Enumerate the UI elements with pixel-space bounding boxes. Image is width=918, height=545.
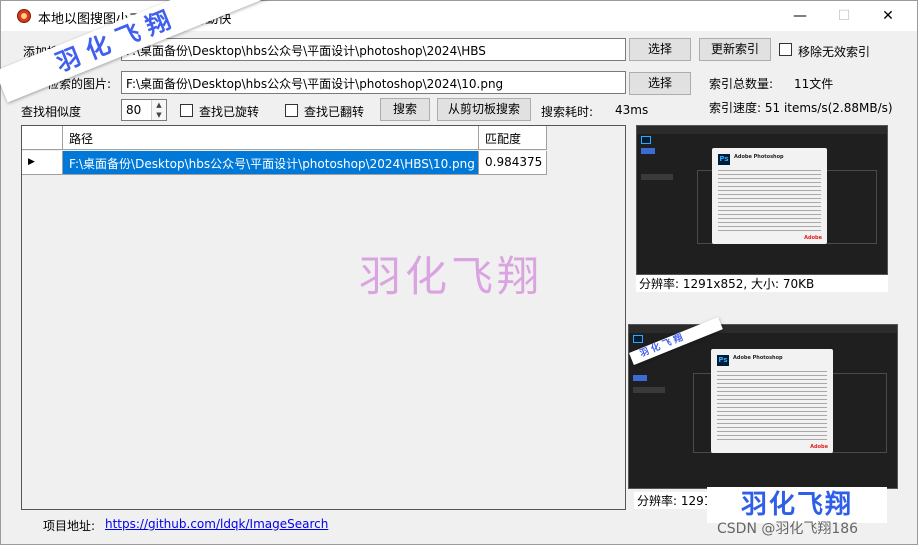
- project-label: 项目地址:: [43, 519, 96, 533]
- similarity-label: 查找相似度: [21, 105, 82, 119]
- ps-about-dialog: Ps Adobe Photoshop Adobe: [711, 349, 833, 453]
- results-grid[interactable]: 路径 匹配度 ▶ F:\桌面备份\Desktop\hbs公众号\平面设计\pho…: [21, 125, 626, 510]
- index-speed-text: 索引速度: 51 items/s(2.88MB/s): [709, 101, 893, 115]
- ps-sidebar-item: [641, 174, 673, 180]
- find-flipped-label: 查找已翻转: [304, 105, 365, 119]
- maximize-button[interactable]: ☐: [821, 1, 867, 31]
- remove-invalid-checkbox[interactable]: [779, 43, 792, 56]
- image-select-button[interactable]: 选择: [629, 72, 691, 95]
- ps-sidebar-item: [633, 387, 665, 393]
- folder-path-input[interactable]: F:\桌面备份\Desktop\hbs公众号\平面设计\photoshop\20…: [121, 38, 626, 61]
- similarity-spinner[interactable]: 80 ▲ ▼: [121, 99, 167, 121]
- adobe-brand: Adobe: [804, 235, 822, 241]
- result-score-cell[interactable]: 0.984375: [479, 151, 547, 175]
- similarity-value: 80: [126, 103, 142, 117]
- center-watermark: 羽化飞翔: [359, 252, 544, 301]
- search-time-value: 43ms: [615, 103, 649, 117]
- spinner-arrows-icon[interactable]: ▲ ▼: [151, 100, 166, 120]
- clipboard-search-button[interactable]: 从剪切板搜索: [437, 98, 531, 121]
- ps-about-dialog: Ps Adobe Photoshop Adobe: [712, 148, 827, 244]
- preview-1-caption: 分辨率: 1291x852, 大小: 70KB: [636, 275, 888, 292]
- find-rotated-label: 查找已旋转: [199, 105, 260, 119]
- preview-image-1[interactable]: Ps Adobe Photoshop Adobe: [636, 125, 888, 275]
- about-title: Adobe Photoshop: [734, 154, 784, 160]
- ps-sidebar-selected: [641, 148, 655, 154]
- ps-menubar: [637, 126, 887, 134]
- result-path-cell[interactable]: F:\桌面备份\Desktop\hbs公众号\平面设计\photoshop\20…: [63, 151, 479, 175]
- grid-header: 路径 匹配度: [22, 126, 547, 151]
- ps-sidebar-selected: [633, 375, 647, 381]
- about-text-lines: [717, 371, 827, 443]
- reindex-button[interactable]: 更新索引: [699, 38, 771, 61]
- about-text-lines: [718, 170, 821, 234]
- row-indicator-icon: ▶: [22, 151, 63, 175]
- minimize-button[interactable]: —: [777, 1, 823, 31]
- column-header-path[interactable]: 路径: [63, 126, 479, 150]
- find-rotated-checkbox[interactable]: [180, 104, 193, 117]
- search-button[interactable]: 搜索: [380, 98, 430, 121]
- project-link[interactable]: https://github.com/ldqk/ImageSearch: [105, 517, 328, 531]
- csdn-watermark: CSDN @羽化飞翔186: [717, 521, 859, 537]
- about-logo-icon: Ps: [717, 355, 729, 366]
- remove-invalid-label: 移除无效索引: [798, 45, 871, 59]
- ps-menubar: [629, 325, 897, 333]
- about-title: Adobe Photoshop: [733, 355, 783, 361]
- close-button[interactable]: ✕: [865, 1, 911, 31]
- about-logo-icon: Ps: [718, 154, 730, 165]
- query-image-input[interactable]: F:\桌面备份\Desktop\hbs公众号\平面设计\photoshop\20…: [121, 71, 626, 94]
- find-flipped-checkbox[interactable]: [285, 104, 298, 117]
- column-header-score[interactable]: 匹配度: [479, 126, 547, 150]
- search-time-label: 搜索耗时:: [541, 105, 594, 119]
- table-row[interactable]: ▶ F:\桌面备份\Desktop\hbs公众号\平面设计\photoshop\…: [22, 151, 547, 175]
- grid-corner: [22, 126, 63, 150]
- app-window: 本地以图搜图小工具 by 懒得勤快 — ☐ ✕ 添加搜索文件夹: F:\桌面备份…: [0, 0, 918, 545]
- index-total-value: 11文件: [794, 77, 834, 91]
- preview-2-caption: 分辨率: 1291x85: [634, 492, 734, 509]
- folder-select-button[interactable]: 选择: [629, 38, 691, 61]
- ps-app-icon: [633, 335, 643, 343]
- index-total-label: 索引总数量:: [709, 77, 774, 91]
- app-logo-icon: [17, 9, 31, 23]
- adobe-brand: Adobe: [810, 444, 828, 450]
- ps-app-icon: [641, 136, 651, 144]
